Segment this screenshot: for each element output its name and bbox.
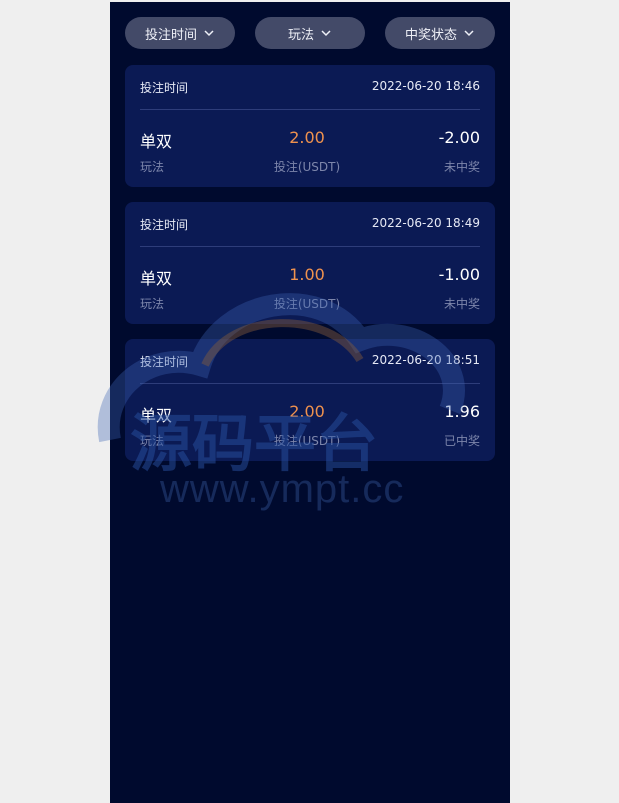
bet-history-screen: 投注时间 玩法 中奖状态 投注时间 2022-06-20 18:46 单双 玩法… xyxy=(110,2,510,803)
divider xyxy=(140,109,480,110)
bet-amount-label: 投注(USDT) xyxy=(273,297,341,311)
filter-label: 玩法 xyxy=(287,27,314,43)
bet-record-card[interactable]: 投注时间 2022-06-20 18:46 单双 玩法 2.00 投注(USDT… xyxy=(125,65,495,187)
bet-record-card[interactable]: 投注时间 2022-06-20 18:49 单双 玩法 1.00 投注(USDT… xyxy=(125,202,495,324)
bet-time-label: 投注时间 xyxy=(140,218,189,232)
result-amount-value: -1.00 xyxy=(438,265,480,284)
bet-time-value: 2022-06-20 18:51 xyxy=(371,353,480,367)
divider xyxy=(140,383,480,384)
bet-amount-value: 2.00 xyxy=(289,128,325,147)
win-status-label: 已中奖 xyxy=(443,434,480,448)
filter-bar: 投注时间 玩法 中奖状态 xyxy=(125,17,495,49)
filter-win-status[interactable]: 中奖状态 xyxy=(385,17,495,49)
bet-amount-value: 2.00 xyxy=(289,402,325,421)
result-amount-value: -2.00 xyxy=(438,128,480,147)
filter-play-type[interactable]: 玩法 xyxy=(255,17,365,49)
bet-amount-label: 投注(USDT) xyxy=(273,434,341,448)
bet-amount-label: 投注(USDT) xyxy=(273,160,341,174)
bet-time-value: 2022-06-20 18:49 xyxy=(371,216,480,230)
chevron-down-icon xyxy=(321,30,331,37)
filter-bet-time[interactable]: 投注时间 xyxy=(125,17,235,49)
bet-time-label: 投注时间 xyxy=(140,355,189,369)
bet-record-card[interactable]: 投注时间 2022-06-20 18:51 单双 玩法 2.00 投注(USDT… xyxy=(125,339,495,461)
result-amount-value: 1.96 xyxy=(444,402,480,421)
filter-label: 中奖状态 xyxy=(404,27,457,43)
chevron-down-icon xyxy=(204,30,214,37)
bet-amount-value: 1.00 xyxy=(289,265,325,284)
bet-time-value: 2022-06-20 18:46 xyxy=(371,79,480,93)
bet-time-label: 投注时间 xyxy=(140,81,189,95)
win-status-label: 未中奖 xyxy=(443,160,480,174)
filter-label: 投注时间 xyxy=(144,27,197,43)
divider xyxy=(140,246,480,247)
win-status-label: 未中奖 xyxy=(443,297,480,311)
chevron-down-icon xyxy=(464,30,474,37)
